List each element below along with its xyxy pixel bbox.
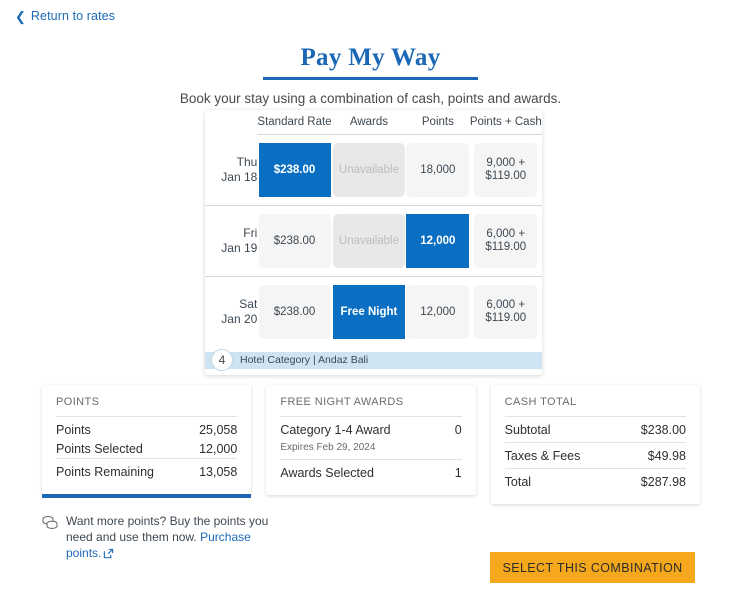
points-panel-accent (42, 494, 252, 498)
points-selected-value: 12,000 (199, 442, 238, 456)
column-header-points-cash: Points + Cash (469, 110, 542, 135)
chevron-left-icon: ❮ (15, 8, 26, 24)
rate-cell-points-cash-sat[interactable]: 6,000 + $119.00 (474, 285, 538, 340)
cash-row-subtotal: Subtotal $238.00 (504, 416, 686, 442)
awards-selected-value: 1 (454, 466, 462, 480)
row-date-sat: Sat Jan 20 (205, 276, 258, 348)
rate-table-body: Thu Jan 18 $238.00 Unavailable 18,000 9,… (205, 135, 542, 348)
hotel-category-bar: 4 Hotel Category | Andaz Bali (205, 349, 542, 371)
table-row: Thu Jan 18 $238.00 Unavailable 18,000 9,… (205, 135, 542, 206)
row-day-of-week: Sat (239, 297, 258, 312)
award-expiry-note: Expires Feb 29, 2024 (280, 442, 376, 453)
awards-row-category: Category 1-4 Award 0 (280, 416, 462, 442)
rate-cell-points-sat[interactable]: 12,000 (406, 285, 470, 340)
points-cash-line2: $119.00 (485, 312, 527, 325)
hotel-category-label: Hotel Category | Andaz Bali (240, 354, 369, 366)
table-row: Fri Jan 19 $238.00 Unavailable 12,000 6,… (205, 205, 542, 277)
summary-panels: POINTS Points 25,058 Points Selected 12,… (42, 385, 700, 504)
points-cash-line2: $119.00 (485, 170, 527, 182)
rate-table: Standard Rate Awards Points Points + Cas… (205, 110, 542, 348)
table-header-row: Standard Rate Awards Points Points + Cas… (205, 110, 542, 135)
column-header-points: Points (406, 110, 470, 135)
return-to-rates-link[interactable]: ❮ Return to rates (15, 9, 115, 23)
awards-panel-title: FREE NIGHT AWARDS (280, 396, 404, 408)
row-date-thu: Thu Jan 18 (205, 135, 257, 206)
free-night-awards-panel: FREE NIGHT AWARDS Category 1-4 Award 0 E… (266, 385, 476, 495)
rate-cell-awards-sat[interactable]: Free Night (332, 285, 405, 340)
points-label: Points (56, 423, 91, 437)
points-cash-line1: 6,000 + (486, 228, 526, 240)
row-date: Jan 18 (221, 169, 258, 184)
title-underline (263, 77, 478, 80)
award-category-label: Category 1-4 Award (280, 423, 391, 437)
coins-icon (42, 515, 58, 533)
rate-cell-standard-thu[interactable]: $238.00 (258, 143, 331, 197)
points-row-selected: Points Selected 12,000 (56, 442, 237, 458)
day-column-header (205, 110, 257, 135)
awards-row-selected: Awards Selected 1 (280, 459, 462, 485)
select-this-combination-button[interactable]: SELECT THIS COMBINATION (490, 552, 695, 583)
award-category-value: 0 (454, 423, 462, 437)
page-subtitle: Book your stay using a combination of ca… (179, 91, 562, 106)
points-cash-line1: 9,000 + (486, 157, 526, 169)
row-date: Jan 19 (221, 241, 258, 255)
pay-my-way-page: ❮ Return to rates Pay My Way Book your s… (0, 0, 741, 604)
column-header-awards: Awards (331, 110, 407, 135)
points-panel: POINTS Points 25,058 Points Selected 12,… (42, 385, 252, 498)
rate-selection-card: Standard Rate Awards Points Points + Cas… (205, 110, 542, 375)
cash-total-panel: CASH TOTAL Subtotal $238.00 Taxes & Fees… (490, 385, 700, 504)
points-row-total: Points 25,058 (56, 416, 238, 442)
external-link-icon[interactable] (103, 547, 114, 563)
rate-cell-standard-fri[interactable]: $238.00 (258, 214, 331, 268)
return-to-rates-label: Return to rates (30, 9, 116, 23)
page-header: Pay My Way Book your stay using a combin… (0, 44, 741, 106)
cash-panel-title: CASH TOTAL (504, 396, 577, 408)
row-day-of-week: Thu (236, 154, 258, 169)
points-row-remaining: Points Remaining 13,058 (56, 458, 238, 484)
cash-row-taxes: Taxes & Fees $49.98 (504, 442, 686, 468)
points-value: 25,058 (199, 423, 238, 437)
awards-selected-label: Awards Selected (280, 466, 374, 480)
table-row: Sat Jan 20 $238.00 Free Night 12,000 6,0… (205, 276, 542, 348)
buy-points-text-wrap: Want more points? Buy the points you nee… (66, 513, 274, 563)
column-header-standard-rate: Standard Rate (257, 110, 332, 135)
subtotal-value: $238.00 (640, 423, 686, 437)
taxes-label: Taxes & Fees (504, 449, 581, 463)
row-date-fri: Fri Jan 19 (205, 205, 258, 277)
rate-cell-awards-thu: Unavailable (332, 143, 405, 197)
buy-points-note: Want more points? Buy the points you nee… (42, 513, 274, 563)
cash-row-total: Total $287.98 (504, 468, 686, 494)
points-remaining-value: 13,058 (199, 465, 238, 479)
total-value: $287.98 (640, 475, 686, 489)
rate-cell-standard-sat[interactable]: $238.00 (258, 285, 331, 340)
taxes-value: $49.98 (647, 449, 686, 463)
page-title: Pay My Way (300, 44, 441, 71)
points-cash-line1: 6,000 + (486, 299, 526, 312)
rate-cell-points-cash-fri[interactable]: 6,000 + $119.00 (474, 214, 538, 268)
points-panel-title: POINTS (56, 396, 100, 408)
subtotal-label: Subtotal (504, 423, 551, 437)
rate-cell-points-cash-thu[interactable]: 9,000 + $119.00 (474, 143, 538, 197)
rate-cell-awards-fri: Unavailable (332, 214, 405, 268)
points-selected-label: Points Selected (56, 442, 143, 456)
points-cash-line2: $119.00 (485, 241, 527, 253)
total-label: Total (504, 475, 532, 489)
points-remaining-label: Points Remaining (56, 465, 154, 479)
row-date: Jan 20 (221, 312, 258, 327)
rate-cell-points-thu[interactable]: 18,000 (406, 143, 470, 197)
hotel-category-badge: 4 (211, 349, 233, 371)
rate-cell-points-fri[interactable]: 12,000 (406, 214, 470, 268)
row-day-of-week: Fri (243, 226, 258, 240)
